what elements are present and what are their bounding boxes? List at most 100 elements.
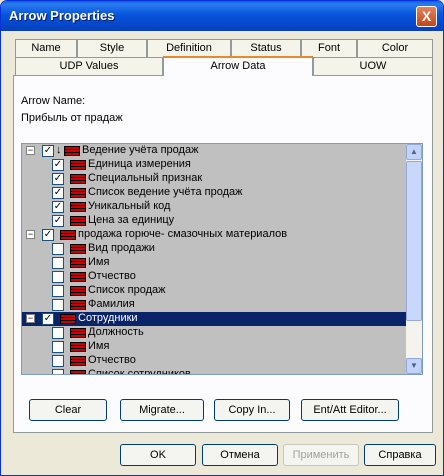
ok-button[interactable]: OK (120, 444, 196, 466)
entity-table-icon (70, 244, 86, 254)
entity-table-icon (70, 286, 86, 296)
scroll-up-icon[interactable]: ▲ (406, 144, 422, 160)
entity-table-icon (70, 300, 86, 310)
entity-table-icon (70, 272, 86, 282)
row-checkbox[interactable]: ✓ (42, 145, 54, 157)
tree-attribute-row[interactable]: Список сотрудников (22, 368, 406, 374)
row-checkbox[interactable] (52, 285, 64, 297)
row-label: Должность (88, 326, 144, 338)
entity-table-icon (64, 146, 80, 156)
entity-table-icon (70, 258, 86, 268)
tree-entity-row[interactable]: − ✓ продажа горюче- смазочных материалов (22, 228, 406, 242)
entity-table-icon (70, 356, 86, 366)
minus-box-icon[interactable]: − (26, 230, 35, 239)
vertical-scrollbar[interactable]: ▲ ▼ (406, 144, 422, 374)
tree-attribute-row[interactable]: ✓ Единица измерения (22, 158, 406, 172)
tree-attribute-row[interactable]: Имя (22, 340, 406, 354)
tab-name[interactable]: Name (15, 39, 77, 57)
row-label: Уникальный код (88, 200, 171, 212)
help-button[interactable]: Справка (364, 444, 436, 466)
tree-attribute-row[interactable]: ✓ Цена за единицу (22, 214, 406, 228)
tree-attribute-row[interactable]: Должность (22, 326, 406, 340)
row-checkbox[interactable]: ✓ (52, 215, 64, 227)
tree-attribute-row[interactable]: Отчество (22, 270, 406, 284)
tab-color[interactable]: Color (357, 39, 433, 57)
tree-attribute-row[interactable]: ✓ Список ведение учёта продаж (22, 186, 406, 200)
entity-table-icon (70, 188, 86, 198)
row-label: Список ведение учёта продаж (88, 186, 243, 198)
row-checkbox[interactable] (52, 243, 64, 255)
row-checkbox[interactable]: ✓ (42, 313, 54, 325)
row-checkbox[interactable]: ✓ (52, 173, 64, 185)
tree-entity-row[interactable]: − ✓ Сотрудники (22, 312, 406, 326)
row-checkbox[interactable] (52, 341, 64, 353)
minus-box-icon[interactable]: − (26, 146, 35, 155)
entity-table-icon (60, 314, 76, 324)
entity-table-icon (70, 328, 86, 338)
entity-table-icon (70, 160, 86, 170)
clear-button[interactable]: Clear (29, 399, 107, 421)
row-checkbox[interactable] (52, 257, 64, 269)
migrate-button[interactable]: Migrate... (120, 399, 204, 421)
arrow-down-icon: ↓ (56, 144, 62, 156)
row-label: Отчество (88, 354, 136, 366)
row-label: Фамилия (88, 298, 135, 310)
entity-table-icon (70, 174, 86, 184)
copy-in-button[interactable]: Copy In... (214, 399, 290, 421)
apply-button[interactable]: Применить (283, 444, 359, 466)
title-bar[interactable]: Arrow Properties X (1, 1, 443, 31)
row-label: Специальный признак (88, 172, 203, 184)
row-label: Список сотрудников (88, 368, 191, 374)
row-label: Вид продажи (88, 242, 155, 254)
entity-table-icon (70, 202, 86, 212)
ent-att-editor-button[interactable]: Ent/Att Editor... (301, 399, 399, 421)
tab-arrow-data[interactable]: Arrow Data (163, 56, 313, 76)
row-label: Ведение учёта продаж (82, 144, 199, 156)
tree-entity-row[interactable]: − ✓ ↓ Ведение учёта продаж (22, 144, 406, 158)
row-checkbox[interactable] (52, 299, 64, 311)
row-label: Единица измерения (88, 158, 191, 170)
tree-rows: − ✓ ↓ Ведение учёта продаж ✓ Единица измерени… (22, 144, 406, 374)
row-checkbox[interactable] (52, 355, 64, 367)
row-checkbox[interactable]: ✓ (42, 229, 54, 241)
arrow-name-value: Прибыль от прадаж (21, 112, 123, 124)
arrow-name-label: Arrow Name: (21, 95, 86, 107)
row-label: Сотрудники (78, 312, 138, 324)
tab-udp-values[interactable]: UDP Values (15, 57, 163, 75)
tab-style[interactable]: Style (77, 39, 147, 57)
tree-attribute-row[interactable]: Вид продажи (22, 242, 406, 256)
tree-attribute-row[interactable]: ✓ Уникальный код (22, 200, 406, 214)
close-button[interactable]: X (416, 6, 437, 27)
window-title: Arrow Properties (9, 8, 115, 23)
scroll-down-icon[interactable]: ▼ (406, 358, 422, 374)
cancel-button[interactable]: Отмена (202, 444, 278, 466)
row-label: Отчество (88, 270, 136, 282)
minus-box-icon[interactable]: − (26, 314, 35, 323)
row-checkbox[interactable]: ✓ (52, 187, 64, 199)
entity-table-icon (60, 230, 76, 240)
entity-attribute-tree[interactable]: − ✓ ↓ Ведение учёта продаж ✓ Единица измерени… (21, 143, 423, 375)
tree-attribute-row[interactable]: ✓ Специальный признак (22, 172, 406, 186)
row-label: продажа горюче- смазочных материалов (78, 228, 288, 240)
row-checkbox[interactable] (52, 327, 64, 339)
tab-font[interactable]: Font (301, 39, 357, 57)
row-label: Имя (88, 340, 110, 352)
row-checkbox[interactable] (52, 369, 64, 374)
scroll-thumb[interactable] (406, 161, 422, 321)
row-label: Список продаж (88, 284, 166, 296)
tree-attribute-row[interactable]: Список продаж (22, 284, 406, 298)
row-checkbox[interactable]: ✓ (52, 159, 64, 171)
entity-table-icon (70, 216, 86, 226)
tree-attribute-row[interactable]: Отчество (22, 354, 406, 368)
tab-definition[interactable]: Definition (147, 39, 231, 57)
row-checkbox[interactable]: ✓ (52, 201, 64, 213)
row-label: Цена за единицу (88, 214, 175, 226)
entity-table-icon (70, 342, 86, 352)
arrow-properties-dialog: Arrow Properties X Name Style Definition… (0, 0, 444, 476)
entity-table-icon (70, 370, 86, 374)
tree-attribute-row[interactable]: Фамилия (22, 298, 406, 312)
tab-uow[interactable]: UOW (313, 57, 433, 75)
tree-attribute-row[interactable]: Имя (22, 256, 406, 270)
row-checkbox[interactable] (52, 271, 64, 283)
tab-status[interactable]: Status (231, 39, 301, 57)
